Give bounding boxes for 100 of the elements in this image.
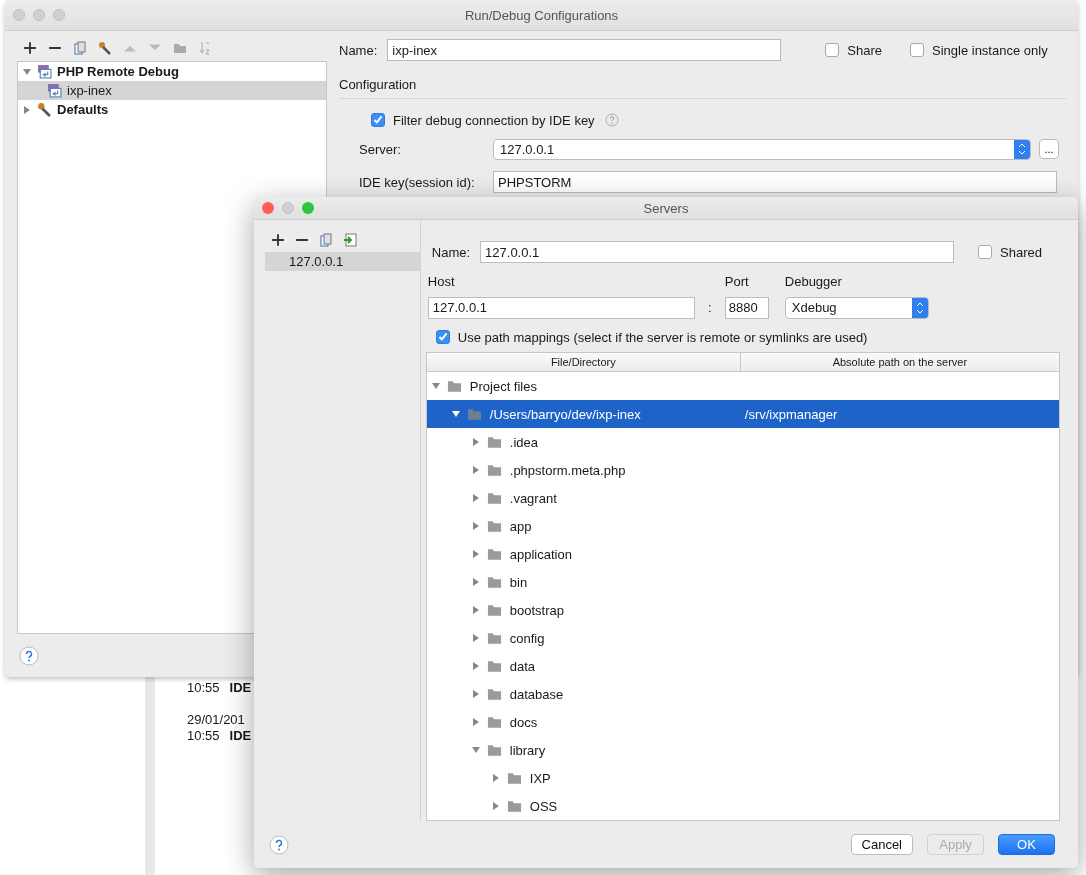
tree-row[interactable]: /Users/barryo/dev/ixp-inex /srv/ixpmanager (426, 400, 1059, 428)
tree-row[interactable]: database (426, 680, 1059, 708)
name-field[interactable]: 127.0.0.1 (480, 241, 955, 263)
path-text: database (509, 686, 564, 702)
collapsed-arrow-icon[interactable] (470, 521, 481, 531)
path-text: Project files (469, 378, 537, 394)
tree-row[interactable]: docs (426, 708, 1059, 736)
tree-item[interactable]: ixp-inex (18, 81, 326, 100)
expanded-arrow-icon[interactable] (430, 381, 441, 391)
collapsed-arrow-icon[interactable] (470, 465, 481, 475)
path-text: data (509, 658, 536, 674)
dialog-button[interactable]: Cancel (850, 834, 913, 855)
help-icon[interactable] (269, 834, 289, 855)
tree-row[interactable]: application (426, 540, 1059, 568)
server-item[interactable]: 127.0.0.1 (265, 252, 420, 271)
updown-arrows-icon (915, 301, 924, 314)
tree-row[interactable]: .idea (426, 428, 1059, 456)
name-field[interactable]: ixp-inex (387, 39, 782, 61)
checkmark-icon (372, 114, 384, 126)
sort-icon[interactable] (198, 41, 212, 55)
port-label: Port (724, 273, 750, 289)
add-icon[interactable] (271, 233, 285, 247)
tree-item[interactable]: PHP Remote Debug (18, 62, 326, 81)
close-button[interactable] (262, 202, 274, 214)
tree-row[interactable]: IXP (426, 764, 1059, 792)
help-icon[interactable] (19, 646, 39, 666)
folder-icon (466, 407, 482, 421)
add-icon[interactable] (23, 41, 37, 55)
path-text: OSS (529, 798, 558, 814)
collapsed-arrow-icon[interactable] (22, 104, 32, 115)
shared-checkbox[interactable]: Shared (978, 244, 1042, 260)
tree-row[interactable]: config (426, 624, 1059, 652)
folder-icon (486, 603, 502, 617)
host-label: Host (427, 273, 456, 289)
single-instance-checkbox[interactable]: Single instance only (910, 42, 1048, 58)
tree-row[interactable]: OSS (426, 792, 1059, 820)
expanded-arrow-icon[interactable] (470, 745, 481, 755)
log-text: IDE (229, 680, 252, 696)
php-icon (37, 64, 52, 79)
path-text: .idea (509, 434, 538, 450)
tree-label: ixp-inex (67, 83, 112, 98)
server-path-text: /srv/ixpmanager (744, 406, 838, 422)
tree-row[interactable]: app (426, 512, 1059, 540)
folder-icon (486, 519, 502, 533)
expanded-arrow-icon[interactable] (22, 66, 32, 77)
log-text: 10:55 (187, 728, 220, 744)
filter-checkbox[interactable]: Filter debug connection by IDE key (371, 112, 595, 128)
debugger-dropdown[interactable]: Xdebug (784, 296, 929, 319)
tree-row[interactable]: library (426, 736, 1059, 764)
host-field[interactable]: 127.0.0.1 (427, 296, 695, 319)
folder-icon (486, 659, 502, 673)
tree-row[interactable]: Project files (426, 372, 1059, 400)
ok-button[interactable]: OK (998, 834, 1055, 855)
collapsed-arrow-icon[interactable] (490, 773, 501, 783)
browse-button[interactable]: ... (1039, 139, 1059, 159)
folder-icon (486, 435, 502, 449)
collapsed-arrow-icon[interactable] (470, 689, 481, 699)
folder-icon (486, 743, 502, 757)
collapsed-arrow-icon[interactable] (470, 437, 481, 447)
share-checkbox[interactable]: Share (825, 42, 882, 58)
collapsed-arrow-icon[interactable] (470, 549, 481, 559)
copy-icon[interactable] (73, 41, 87, 55)
folder-icon (486, 491, 502, 505)
folder-icon[interactable] (173, 41, 187, 55)
log-text: 29/01/201 (187, 712, 245, 728)
server-dropdown[interactable]: 127.0.0.1 (493, 138, 1031, 160)
path-text: docs (509, 714, 538, 730)
collapsed-arrow-icon[interactable] (490, 801, 501, 811)
tree-row[interactable]: bootstrap (426, 596, 1059, 624)
column-header[interactable]: Absolute path on the server (740, 353, 1059, 371)
column-header[interactable]: File/Directory (426, 353, 741, 371)
ide-key-field[interactable]: PHPSTORM (493, 171, 1057, 193)
path-text: application (509, 546, 572, 562)
debugger-label: Debugger (784, 273, 843, 289)
copy-icon[interactable] (319, 233, 333, 247)
folder-icon (486, 547, 502, 561)
collapsed-arrow-icon[interactable] (470, 633, 481, 643)
path-text: bin (509, 574, 528, 590)
collapsed-arrow-icon[interactable] (470, 717, 481, 727)
tree-item[interactable]: Defaults (18, 100, 326, 119)
collapsed-arrow-icon[interactable] (470, 493, 481, 503)
expanded-arrow-icon[interactable] (450, 409, 461, 419)
collapsed-arrow-icon[interactable] (470, 577, 481, 587)
tree-row[interactable]: data (426, 652, 1059, 680)
path-text: .phpstorm.meta.php (509, 462, 626, 478)
folder-icon (486, 631, 502, 645)
path-mappings-checkbox[interactable]: Use path mappings (select if the server is remote or symlinks are used) (435, 329, 868, 345)
server-label: Server: (359, 141, 402, 157)
port-field[interactable]: 8880 (724, 296, 769, 319)
collapsed-arrow-icon[interactable] (470, 605, 481, 615)
path-text: /Users/barryo/dev/ixp-inex (489, 406, 641, 422)
tree-row[interactable]: .phpstorm.meta.php (426, 456, 1059, 484)
maximize-button[interactable] (302, 202, 314, 214)
tree-row[interactable]: bin (426, 568, 1059, 596)
tree-row[interactable]: .vagrant (426, 484, 1059, 512)
collapsed-arrow-icon[interactable] (470, 661, 481, 671)
window-title: Run/Debug Configurations (464, 7, 619, 23)
folder-icon (506, 771, 522, 785)
import-icon[interactable] (343, 233, 357, 247)
ide-key-label: IDE key(session id): (359, 174, 476, 190)
